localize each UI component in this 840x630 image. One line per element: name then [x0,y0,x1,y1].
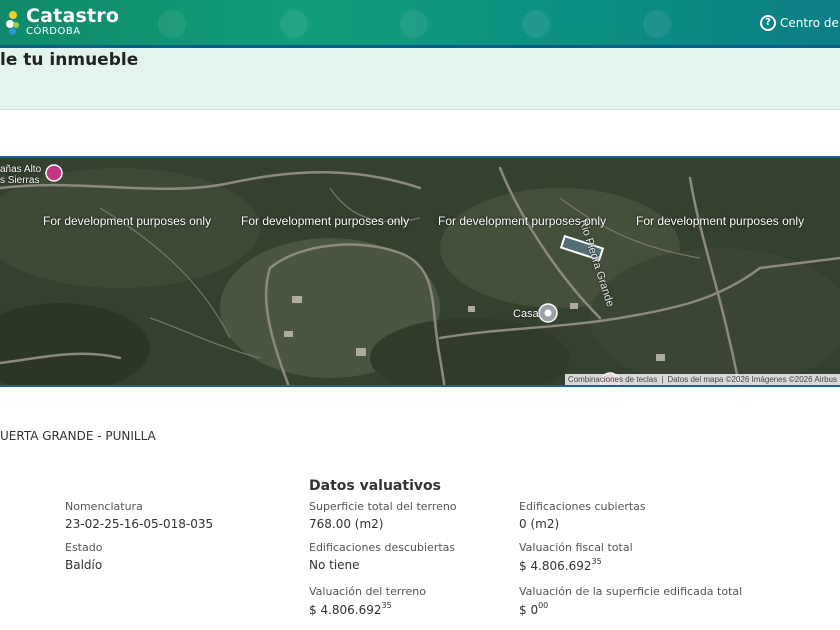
valuacion-edificada-cents: 00 [538,601,549,610]
section-title-datos-valuativos: Datos valuativos [309,478,441,494]
casa-place-label[interactable]: Casa [513,308,539,320]
question-circle-icon: ? [760,15,776,31]
place-label: añas Alto s Sierras [0,164,42,186]
logo-subtitle: CÓRDOBA [26,26,81,37]
header-decoration [280,10,308,38]
header-decoration [522,10,550,38]
dev-watermark: For development purposes only [438,214,607,228]
top-bar: Catastro CÓRDOBA ? Centro de ay [0,0,840,48]
help-center-label: Centro de ay [780,16,840,30]
logo-mark-icon [2,7,22,37]
valuacion-fiscal-amount: $ 4.806.692 [519,559,592,573]
valuacion-edificada-value: $ 000 [519,601,549,617]
help-center-link[interactable]: ? Centro de ay [760,15,840,31]
dev-watermark: For development purposes only [241,214,410,228]
map-data-attribution: Datos del mapa ©2026 Imágenes ©2026 Airb… [667,375,837,384]
header-decoration [158,10,186,38]
nomenclatura-value: 23-02-25-16-05-018-035 [65,517,214,531]
superficie-total-value: 768.00 (m2) [309,517,384,531]
dev-watermark: For development purposes only [636,214,805,228]
edificaciones-descubiertas-label: Edificaciones descubiertas [309,541,456,554]
nomenclatura-label: Nomenclatura [65,500,143,513]
valuacion-fiscal-label: Valuación fiscal total [519,541,633,554]
satellite-map[interactable]: añas Alto s Sierras Casa Rio Piedra Gran… [0,156,840,387]
catastro-logo[interactable]: Catastro CÓRDOBA [2,7,119,37]
dev-watermark: For development purposes only [43,214,212,228]
valuacion-edificada-label: Valuación de la superficie edificada tot… [519,585,743,598]
map-attribution: Combinaciones de teclas | Datos del mapa… [564,374,840,385]
valuacion-edificada-amount: $ 0 [519,603,539,617]
page-title: le tu inmueble [0,50,139,70]
property-locality: UERTA GRANDE - PUNILLA [0,429,156,443]
edificaciones-descubiertas-value: No tiene [309,558,360,572]
valuacion-terreno-label: Valuación del terreno [309,585,426,598]
keyboard-shortcuts-link[interactable]: Combinaciones de teclas [568,375,657,384]
valuacion-fiscal-cents: 35 [591,557,602,566]
logo-title: Catastro [26,5,120,27]
satellite-imagery [0,158,840,385]
header-decoration [400,10,428,38]
edificaciones-cubiertas-value: 0 (m2) [519,517,560,531]
estado-value: Baldío [65,558,103,572]
valuacion-fiscal-value: $ 4.806.69235 [519,557,602,573]
valuacion-terreno-cents: 35 [381,601,392,610]
attribution-divider: | [661,375,664,384]
superficie-total-label: Superficie total del terreno [309,500,457,513]
estado-label: Estado [65,541,103,554]
edificaciones-cubiertas-label: Edificaciones cubiertas [519,500,646,513]
valuacion-terreno-value: $ 4.806.69235 [309,601,392,617]
header-decoration [643,10,671,38]
valuacion-terreno-amount: $ 4.806.692 [309,603,382,617]
